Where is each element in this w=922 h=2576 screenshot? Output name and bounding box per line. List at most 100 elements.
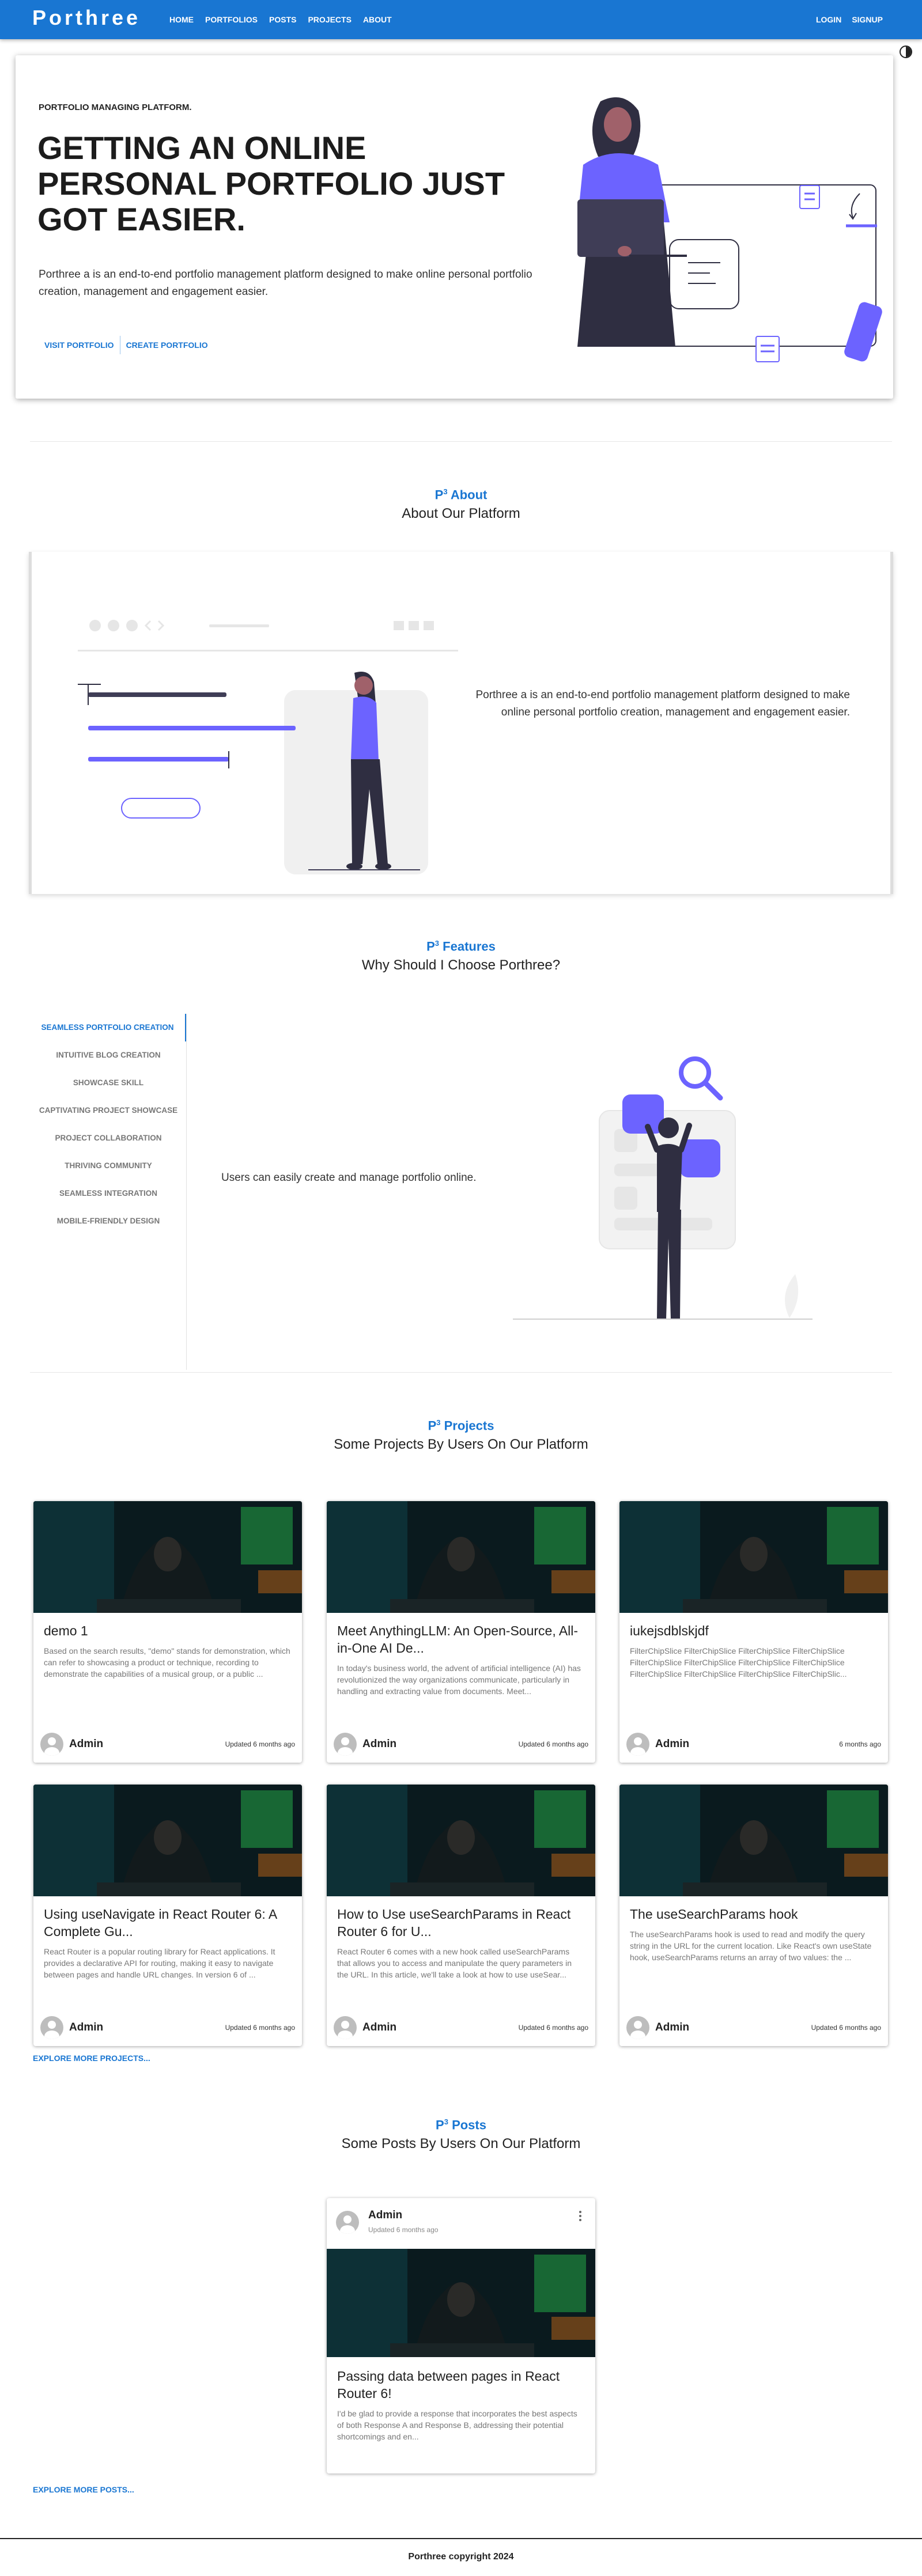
tab-captivating-project-showcase[interactable]: CAPTIVATING PROJECT SHOWCASE xyxy=(30,1097,187,1124)
avatar[interactable] xyxy=(336,2211,359,2234)
features-tag-sup: 3 xyxy=(434,939,440,948)
project-card[interactable]: iukejsdblskjdf FilterChipSlice FilterChi… xyxy=(619,1501,888,1763)
signup-link[interactable]: SIGNUP xyxy=(852,15,883,24)
avatar[interactable] xyxy=(40,1733,63,1756)
posts-tag-sup: 3 xyxy=(444,2117,448,2126)
footer: Porthree copyright 2024 xyxy=(0,2538,922,2576)
project-excerpt: React Router is a popular routing librar… xyxy=(44,1947,275,1979)
project-thumbnail xyxy=(33,1501,302,1613)
project-card[interactable]: The useSearchParams hook The useSearchPa… xyxy=(619,1785,888,2046)
footer-text: Porthree copyright 2024 xyxy=(408,2552,514,2562)
more-options-icon[interactable] xyxy=(579,2210,583,2222)
about-tag-label: About xyxy=(450,487,488,502)
nav-link-projects[interactable]: PROJECTS xyxy=(308,15,351,24)
create-portfolio-button[interactable]: CREATE PORTFOLIO xyxy=(119,336,214,354)
author-name[interactable]: Admin xyxy=(362,2021,396,2034)
project-thumbnail xyxy=(619,1501,888,1613)
project-title[interactable]: How to Use useSearchParams in React Rout… xyxy=(337,1906,585,1940)
project-title[interactable]: iukejsdblskjdf xyxy=(630,1622,878,1639)
nav-link-portfolios[interactable]: PORTFOLIOS xyxy=(205,15,258,24)
tab-project-collaboration[interactable]: PROJECT COLLABORATION xyxy=(30,1124,187,1152)
about-description: Porthree a is an end-to-end portfolio ma… xyxy=(475,689,850,718)
project-footer: Admin Updated 6 months ago xyxy=(626,2015,881,2040)
nav-link-home[interactable]: HOME xyxy=(169,15,194,24)
tab-seamless-integration[interactable]: SEAMLESS INTEGRATION xyxy=(30,1180,187,1207)
hero-description: Porthree a is an end-to-end portfolio ma… xyxy=(39,268,532,298)
posts-tag-label: Posts xyxy=(452,2117,486,2132)
project-card[interactable]: How to Use useSearchParams in React Rout… xyxy=(327,1785,595,2046)
author-name[interactable]: Admin xyxy=(362,1738,396,1751)
author-name[interactable]: Admin xyxy=(69,1738,103,1751)
post-card[interactable]: Admin Updated 6 months ago Passing data … xyxy=(327,2198,595,2473)
tab-intuitive-blog-creation[interactable]: INTUITIVE BLOG CREATION xyxy=(30,1041,187,1069)
tab-thriving-community[interactable]: THRIVING COMMUNITY xyxy=(30,1152,187,1180)
avatar[interactable] xyxy=(334,2016,357,2039)
updated-time: Updated 6 months ago xyxy=(225,1740,295,1748)
explore-more-posts-link[interactable]: EXPLORE MORE POSTS... xyxy=(33,2485,134,2494)
project-footer: Admin Updated 6 months ago xyxy=(334,1732,588,1757)
project-card[interactable]: Meet AnythingLLM: An Open-Source, All-in… xyxy=(327,1501,595,1763)
updated-time: Updated 6 months ago xyxy=(518,1740,588,1748)
section-divider xyxy=(30,1372,892,1373)
hero-kicker: PORTFOLIO MANAGING PLATFORM. xyxy=(39,103,192,112)
theme-toggle-icon[interactable] xyxy=(900,46,912,58)
nav-link-posts[interactable]: POSTS xyxy=(269,15,296,24)
explore-more-projects-link[interactable]: EXPLORE MORE PROJECTS... xyxy=(33,2054,150,2063)
author-name[interactable]: Admin xyxy=(69,2021,103,2034)
post-author[interactable]: Admin xyxy=(368,2209,402,2222)
avatar[interactable] xyxy=(626,2016,649,2039)
projects-subtitle: Some Projects By Users On Our Platform xyxy=(334,1437,588,1452)
project-footer: Admin Updated 6 months ago xyxy=(40,1732,295,1757)
hero-card: PORTFOLIO MANAGING PLATFORM. GETTING AN … xyxy=(16,55,893,399)
about-tag-sup: 3 xyxy=(443,487,448,496)
avatar[interactable] xyxy=(626,1733,649,1756)
login-link[interactable]: LOGIN xyxy=(816,15,841,24)
auth-links: LOGIN SIGNUP xyxy=(816,15,883,24)
about-card: Porthree a is an end-to-end portfolio ma… xyxy=(29,552,893,894)
features-subtitle: Why Should I Choose Porthree? xyxy=(361,957,561,973)
project-card[interactable]: Using useNavigate in React Router 6: A C… xyxy=(33,1785,302,2046)
project-footer: Admin 6 months ago xyxy=(626,1732,881,1757)
project-excerpt: The useSearchParams hook is used to read… xyxy=(630,1930,872,1962)
project-title[interactable]: demo 1 xyxy=(44,1622,292,1639)
features-illustration xyxy=(513,1056,813,1320)
project-excerpt: In today's business world, the advent of… xyxy=(337,1664,581,1696)
author-name[interactable]: Admin xyxy=(655,1738,689,1751)
hero-illustration xyxy=(577,97,882,362)
tab-mobile-friendly-design[interactable]: MOBILE-FRIENDLY DESIGN xyxy=(30,1207,187,1235)
project-excerpt: React Router 6 comes with a new hook cal… xyxy=(337,1947,572,1979)
avatar[interactable] xyxy=(334,1733,357,1756)
projects-section-tag: P3 Projects xyxy=(0,1418,922,1433)
tab-showcase-skill[interactable]: SHOWCASE SKILL xyxy=(30,1069,187,1097)
posts-subtitle: Some Posts By Users On Our Platform xyxy=(341,2136,581,2151)
projects-tag-sup: 3 xyxy=(436,1418,441,1427)
tab-seamless-portfolio-creation[interactable]: SEAMLESS PORTFOLIO CREATION xyxy=(30,1014,187,1041)
project-title[interactable]: Meet AnythingLLM: An Open-Source, All-in… xyxy=(337,1622,585,1657)
project-card[interactable]: demo 1 Based on the search results, "dem… xyxy=(33,1501,302,1763)
about-illustration xyxy=(78,620,458,874)
brand-logo[interactable]: Porthree xyxy=(32,6,141,30)
updated-time: Updated 6 months ago xyxy=(518,2024,588,2032)
features-tag-prefix: P xyxy=(426,939,435,954)
project-excerpt: Based on the search results, "demo" stan… xyxy=(44,1646,290,1679)
project-thumbnail xyxy=(33,1785,302,1896)
nav-link-about[interactable]: ABOUT xyxy=(363,15,392,24)
post-excerpt: I'd be glad to provide a response that i… xyxy=(337,2409,577,2441)
tab-divider xyxy=(186,1014,187,1370)
top-navbar: Porthree HOME PORTFOLIOS POSTS PROJECTS … xyxy=(0,0,922,39)
project-footer: Admin Updated 6 months ago xyxy=(334,2015,588,2040)
section-divider xyxy=(30,441,892,442)
features-section-tag: P3 Features xyxy=(0,939,922,954)
post-title[interactable]: Passing data between pages in React Rout… xyxy=(337,2367,585,2402)
project-title[interactable]: Using useNavigate in React Router 6: A C… xyxy=(44,1906,292,1940)
projects-tag-prefix: P xyxy=(428,1418,437,1433)
avatar[interactable] xyxy=(40,2016,63,2039)
project-title[interactable]: The useSearchParams hook xyxy=(630,1906,878,1923)
projects-tag-label: Projects xyxy=(444,1418,494,1433)
about-tag-prefix: P xyxy=(434,487,444,502)
author-name[interactable]: Admin xyxy=(655,2021,689,2034)
about-section-tag: P3 About xyxy=(0,487,922,502)
visit-portfolio-button[interactable]: VISIT PORTFOLIO xyxy=(39,336,120,354)
nav-links: HOME PORTFOLIOS POSTS PROJECTS ABOUT xyxy=(169,15,392,24)
features-tag-label: Features xyxy=(443,939,496,954)
